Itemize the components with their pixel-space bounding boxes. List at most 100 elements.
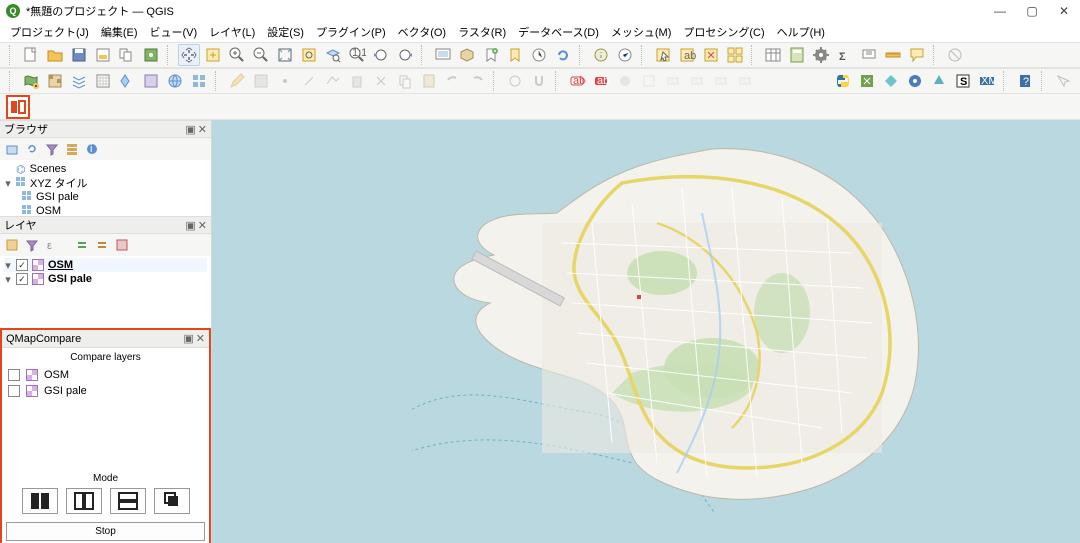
- menu-project[interactable]: プロジェクト(J): [6, 22, 93, 42]
- layers-expand-icon[interactable]: [74, 237, 90, 253]
- add-feature-button[interactable]: [274, 70, 296, 92]
- compare-item-gsipale[interactable]: GSI pale: [8, 383, 203, 399]
- menu-database[interactable]: データベース(D): [514, 22, 603, 42]
- diagram-button[interactable]: [614, 70, 636, 92]
- change-label-button[interactable]: [710, 70, 732, 92]
- compare-undock-icon[interactable]: ▣: [183, 332, 193, 345]
- pin-labels-button[interactable]: [734, 70, 756, 92]
- mode-vsplit-button[interactable]: [22, 488, 58, 514]
- layer-osm-checkbox[interactable]: ✓: [16, 259, 28, 271]
- open-project-button[interactable]: [44, 44, 66, 66]
- move-label-button[interactable]: [662, 70, 684, 92]
- refresh-button[interactable]: [552, 44, 574, 66]
- browser-undock-icon[interactable]: ▣: [185, 123, 195, 136]
- layers-remove-icon[interactable]: [114, 237, 130, 253]
- layers-close-icon[interactable]: ✕: [198, 219, 207, 232]
- no-action-button[interactable]: [944, 44, 966, 66]
- new-bookmark-button[interactable]: [480, 44, 502, 66]
- add-mesh-button[interactable]: [68, 70, 90, 92]
- compare-gsipale-checkbox[interactable]: [8, 385, 20, 397]
- menu-help[interactable]: ヘルプ(H): [773, 22, 829, 42]
- zoom-next-button[interactable]: [394, 44, 416, 66]
- layers-style-icon[interactable]: [4, 237, 20, 253]
- add-wms-button[interactable]: [164, 70, 186, 92]
- edit-toggle-button[interactable]: [226, 70, 248, 92]
- layout-manager-button[interactable]: [116, 44, 138, 66]
- annotation-button[interactable]: [906, 44, 928, 66]
- select-features-button[interactable]: [652, 44, 674, 66]
- help-content-button[interactable]: ?: [1014, 70, 1036, 92]
- zoom-selection-button[interactable]: [298, 44, 320, 66]
- identify-button[interactable]: [590, 44, 612, 66]
- zoom-full-button[interactable]: [274, 44, 296, 66]
- bookmarks-button[interactable]: [504, 44, 526, 66]
- add-virtual-button[interactable]: [140, 70, 162, 92]
- browser-node-osm[interactable]: OSM: [4, 204, 207, 216]
- plugin-d-button[interactable]: [928, 70, 950, 92]
- layers-expr-icon[interactable]: ε: [44, 237, 60, 253]
- new-3d-view-button[interactable]: [456, 44, 478, 66]
- layers-tree[interactable]: ▾✓OSM ▾✓GSI pale: [0, 256, 211, 328]
- delete-button[interactable]: [346, 70, 368, 92]
- label-toolbar-button[interactable]: abc: [590, 70, 612, 92]
- menu-raster[interactable]: ラスタ(R): [454, 22, 510, 42]
- save-edits-button[interactable]: [250, 70, 272, 92]
- compare-close-icon[interactable]: ✕: [196, 332, 205, 345]
- style-manager-button[interactable]: [140, 44, 162, 66]
- add-vector-button[interactable]: [20, 70, 42, 92]
- cut-button[interactable]: [370, 70, 392, 92]
- browser-properties-icon[interactable]: i: [84, 141, 100, 157]
- pan-map-button[interactable]: [178, 44, 200, 66]
- browser-add-icon[interactable]: [4, 141, 20, 157]
- layer-gsipale[interactable]: ▾✓GSI pale: [4, 272, 207, 286]
- menu-plugins[interactable]: プラグイン(P): [312, 22, 390, 42]
- toolbox-button[interactable]: [810, 44, 832, 66]
- highlight-button[interactable]: [638, 70, 660, 92]
- menu-processing[interactable]: プロセシング(C): [679, 22, 768, 42]
- browser-node-xyz[interactable]: ▾XYZ タイル: [4, 176, 207, 190]
- no-selection-button[interactable]: [1052, 70, 1074, 92]
- add-xyz-button[interactable]: [188, 70, 210, 92]
- layer-osm[interactable]: ▾✓OSM: [4, 258, 207, 272]
- undo-button[interactable]: [442, 70, 464, 92]
- layers-undock-icon[interactable]: ▣: [185, 219, 195, 232]
- add-raster-button[interactable]: [44, 70, 66, 92]
- zoom-layer-button[interactable]: [322, 44, 344, 66]
- compare-osm-checkbox[interactable]: [8, 369, 20, 381]
- zoom-native-button[interactable]: 1:1: [346, 44, 368, 66]
- digitize-shape-button[interactable]: [504, 70, 526, 92]
- zoom-last-button[interactable]: [370, 44, 392, 66]
- zoom-in-button[interactable]: [226, 44, 248, 66]
- temporal-button[interactable]: [528, 44, 550, 66]
- snapping-button[interactable]: [528, 70, 550, 92]
- browser-collapse-icon[interactable]: [64, 141, 80, 157]
- minimize-button[interactable]: —: [984, 0, 1016, 22]
- menu-vector[interactable]: ベクタ(O): [394, 22, 450, 42]
- copy-button[interactable]: [394, 70, 416, 92]
- plugin-b-button[interactable]: [880, 70, 902, 92]
- menu-view[interactable]: ビュー(V): [146, 22, 202, 42]
- browser-tree[interactable]: ⌬Scenes ▾XYZ タイル GSI pale OSM: [0, 160, 211, 216]
- mode-vsplit2-button[interactable]: [66, 488, 102, 514]
- compare-stop-button[interactable]: Stop: [6, 522, 205, 541]
- mode-lens-button[interactable]: [154, 488, 190, 514]
- deselect-button[interactable]: [700, 44, 722, 66]
- browser-close-icon[interactable]: ✕: [198, 123, 207, 136]
- layer-gsipale-checkbox[interactable]: ✓: [16, 273, 28, 285]
- menu-mesh[interactable]: メッシュ(M): [607, 22, 676, 42]
- plugin-xml-button[interactable]: XML: [976, 70, 998, 92]
- compare-item-osm[interactable]: OSM: [8, 367, 203, 383]
- menu-edit[interactable]: 編集(E): [97, 22, 142, 42]
- browser-node-scenes[interactable]: ⌬Scenes: [4, 162, 207, 176]
- add-spatialite-button[interactable]: [116, 70, 138, 92]
- paste-button[interactable]: [418, 70, 440, 92]
- move-feature-button[interactable]: [298, 70, 320, 92]
- new-project-button[interactable]: [20, 44, 42, 66]
- zoom-out-button[interactable]: [250, 44, 272, 66]
- python-button[interactable]: [832, 70, 854, 92]
- layers-collapse-icon[interactable]: [94, 237, 110, 253]
- new-print-layout-button[interactable]: [92, 44, 114, 66]
- pan-selection-button[interactable]: [202, 44, 224, 66]
- layers-filter-icon[interactable]: [24, 237, 40, 253]
- plugin-c-button[interactable]: [904, 70, 926, 92]
